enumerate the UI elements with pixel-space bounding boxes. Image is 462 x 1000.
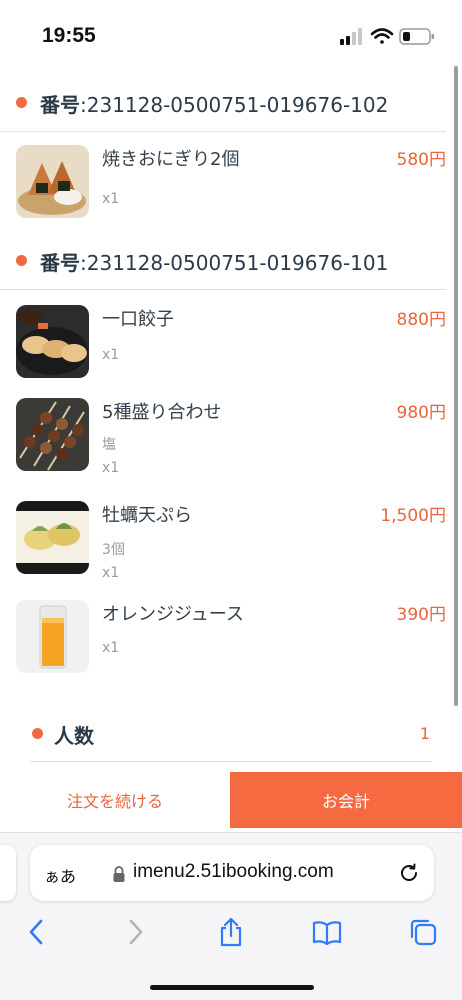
item-quantity: x1 <box>102 347 120 363</box>
action-bar: 注文を続ける お会計 <box>0 772 462 830</box>
item-option: 3個 <box>102 542 125 558</box>
item-name: 一口餃子 <box>102 309 174 330</box>
people-count: 1 <box>419 724 430 743</box>
status-bar: 19:55 <box>0 0 462 70</box>
page-settings-button[interactable]: ぁあ <box>44 863 76 887</box>
item-quantity: x1 <box>102 565 120 581</box>
bullet-dot <box>32 728 43 739</box>
continue-ordering-button[interactable]: 注文を続ける <box>0 772 230 828</box>
item-name: 5種盛り合わせ <box>102 402 222 423</box>
item-name: オレンジジュース <box>102 604 244 625</box>
status-icons <box>340 28 434 45</box>
share-icon[interactable] <box>216 917 246 947</box>
order-header: 番号:231128-0500751-019676-101 <box>0 232 446 290</box>
battery-icon <box>399 28 434 45</box>
yakitori-image <box>16 398 89 471</box>
item-option: 塩 <box>102 437 116 453</box>
item-price: 980円 <box>396 403 446 423</box>
gyoza-image <box>16 305 89 378</box>
order-number: 番号:231128-0500751-019676-101 <box>40 251 389 275</box>
item-price: 580円 <box>396 150 446 170</box>
bookmarks-icon[interactable] <box>312 917 342 947</box>
back-icon[interactable] <box>22 917 52 947</box>
tabs-icon[interactable] <box>408 917 438 947</box>
item-quantity: x1 <box>102 640 120 656</box>
lock-icon <box>113 866 125 882</box>
cellular-signal-icon <box>340 28 362 45</box>
status-time: 19:55 <box>42 24 96 47</box>
onigiri-image <box>16 145 89 218</box>
item-name: 焼きおにぎり2個 <box>102 149 240 170</box>
bullet-dot <box>16 97 27 108</box>
item-price: 880円 <box>396 310 446 330</box>
order-header: 番号:231128-0500751-019676-102 <box>0 74 446 132</box>
home-indicator <box>150 985 314 990</box>
item-name: 牡蠣天ぷら <box>102 505 192 526</box>
bullet-dot <box>16 255 27 266</box>
wifi-icon <box>370 28 394 44</box>
people-count-row: 人数 1 <box>30 712 432 762</box>
item-price: 1,500円 <box>380 506 446 526</box>
item-quantity: x1 <box>102 191 120 207</box>
url-text[interactable]: imenu2.51ibooking.com <box>133 861 334 883</box>
order-number: 番号:231128-0500751-019676-102 <box>40 93 389 117</box>
previous-tab-preview[interactable] <box>0 845 16 901</box>
tempura-image <box>16 501 89 574</box>
item-quantity: x1 <box>102 460 120 476</box>
address-bar[interactable]: ぁあ imenu2.51ibooking.com <box>30 845 434 901</box>
forward-icon[interactable] <box>120 917 150 947</box>
scrollbar[interactable] <box>454 66 458 706</box>
people-label: 人数 <box>54 724 94 748</box>
item-price: 390円 <box>396 605 446 625</box>
reload-icon[interactable] <box>398 862 420 884</box>
browser-chrome: ぁあ imenu2.51ibooking.com <box>0 832 462 1000</box>
orange-juice-image <box>16 600 89 673</box>
checkout-button[interactable]: お会計 <box>230 772 462 828</box>
